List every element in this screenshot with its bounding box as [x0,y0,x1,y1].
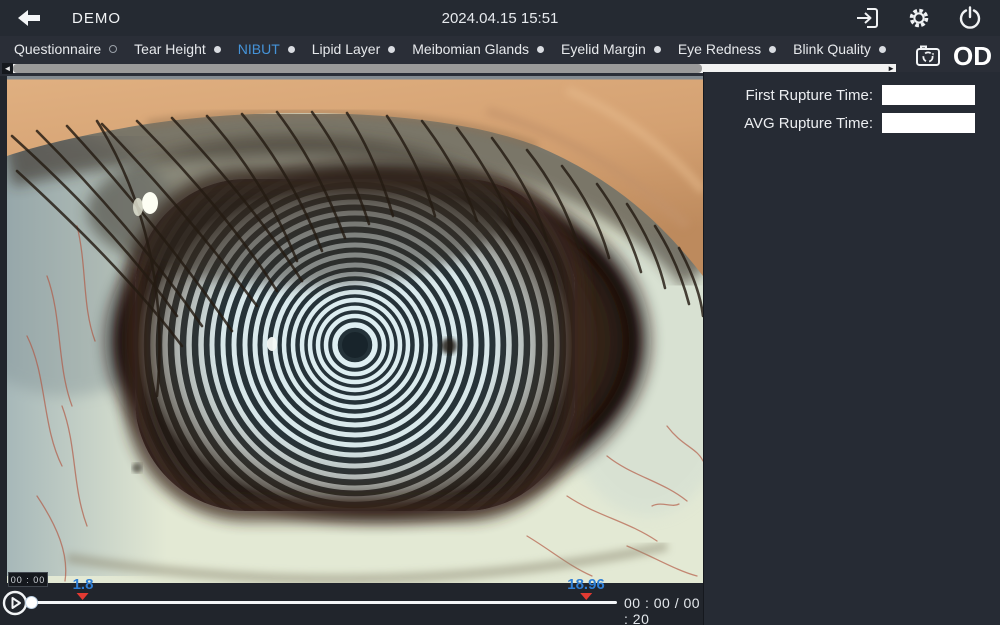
marker-triangle-icon [77,593,89,600]
scrollbar-thumb[interactable] [13,64,702,73]
first-rupture-row: First Rupture Time: [704,85,975,105]
exam-tab-bar: Questionnaire Tear Height NIBUT Lipid La… [0,36,1000,76]
results-panel: First Rupture Time: AVG Rupture Time: [703,72,1000,625]
status-dot-icon [288,46,295,53]
status-dot-hollow-icon [109,45,117,53]
avg-rupture-input[interactable] [882,113,975,133]
status-dot-icon [879,46,886,53]
first-rupture-marker-value: 1.8 [73,578,94,592]
time-display: 00 : 00 / 00 : 20 [624,595,703,625]
tab-questionnaire[interactable]: Questionnaire [14,41,117,57]
power-icon[interactable] [958,6,982,30]
marker-triangle-icon [580,593,592,600]
eye-side-label[interactable]: OD [953,43,992,69]
avg-rupture-marker: 18.96 [567,578,605,600]
status-dot-icon [537,46,544,53]
avg-rupture-label: AVG Rupture Time: [744,115,873,132]
capture-block: OD [902,36,1000,76]
status-dot-icon [214,46,221,53]
status-dot-icon [388,46,395,53]
datetime-label: 2024.04.15 15:51 [0,10,1000,27]
tab-eyelid-margin[interactable]: Eyelid Margin [561,41,661,57]
playback-bar: 00 : 00 1.8 18.96 00 : 00 / 00 : 20 [0,583,703,625]
tab-eye-redness[interactable]: Eye Redness [678,41,776,57]
first-rupture-marker: 1.8 [73,578,94,600]
tab-lipid-layer[interactable]: Lipid Layer [312,41,396,57]
top-bar: DEMO 2024.04.15 15:51 [0,0,1000,36]
camera-switch-icon[interactable] [915,44,941,68]
avg-rupture-row: AVG Rupture Time: [704,113,975,133]
tab-blink-quality[interactable]: Blink Quality [793,41,886,57]
tab-nibut[interactable]: NIBUT [238,41,295,57]
nibut-exam-screen: DEMO 2024.04.15 15:51 Questionnaire [0,0,1000,625]
status-dot-icon [769,46,776,53]
eye-placido-image [7,76,703,583]
first-rupture-input[interactable] [882,85,975,105]
logout-icon[interactable] [855,6,880,30]
first-rupture-label: First Rupture Time: [745,87,873,104]
tab-row: Questionnaire Tear Height NIBUT Lipid La… [14,36,900,62]
gear-icon[interactable] [907,6,931,30]
tab-tear-height[interactable]: Tear Height [134,41,221,57]
timeline-track[interactable] [30,601,617,604]
status-dot-icon [654,46,661,53]
time-tooltip: 00 : 00 [8,572,48,587]
video-frame [7,76,703,583]
avg-rupture-marker-value: 18.96 [567,578,605,592]
scroll-left-arrow-icon[interactable]: ◄ [2,63,13,74]
tab-meibomian-glands[interactable]: Meibomian Glands [412,41,544,57]
timeline-thumb[interactable] [25,596,38,609]
